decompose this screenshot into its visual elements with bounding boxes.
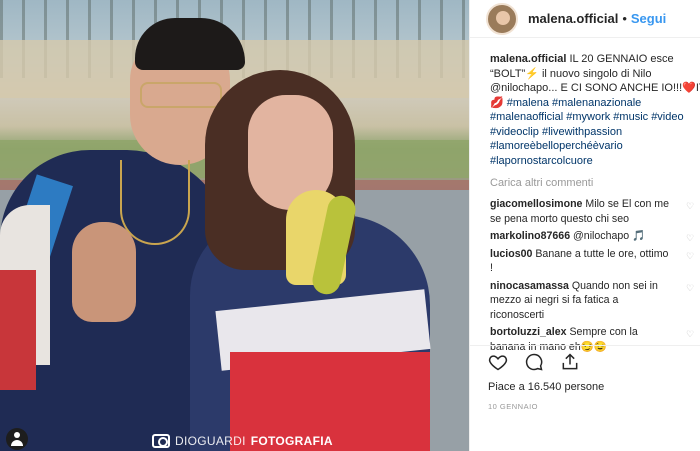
post-photo[interactable]: DIOGUARDI FOTOGRAFIA [0,0,469,451]
author-username[interactable]: malena.official [528,11,618,26]
comment-item: ninocasamassa Quando non sei in mezzo ai… [490,279,694,323]
watermark-brand: DIOGUARDI [175,434,246,448]
heart-icon[interactable]: ♡ [686,330,694,339]
comment-username[interactable]: bortoluzzi_alex [490,326,567,338]
tracksuit-red-stripe [0,270,36,390]
comment-item: giacomellosimone Milo se El con me se pe… [490,197,694,226]
man-chain [120,160,190,245]
caption-line: malena.official IL 20 GENNAIO esce [490,53,674,65]
comment-icon[interactable] [524,352,544,377]
comment-username[interactable]: ninocasamassa [490,280,569,292]
separator-dot: • [622,11,627,26]
caption-line: “BOLT”⚡ il nuovo singolo di Nilo [490,67,652,80]
comment-username[interactable]: lucios00 [490,248,532,260]
caption-hashtags[interactable]: #videoclip #livewithpassion [490,125,682,140]
peace-sign-hand [72,222,136,322]
heart-icon[interactable]: ♡ [686,234,694,243]
post-actions [488,352,580,377]
camera-icon [152,434,170,448]
post-header: malena.official • Segui [470,0,700,38]
comment-username[interactable]: markolino87666 [490,230,570,242]
post-content: malena.official IL 20 GENNAIO esce “BOLT… [470,38,700,354]
heart-icon[interactable]: ♡ [686,283,694,292]
share-icon[interactable] [560,352,580,377]
comment-item: lucios00 Banane a tutte le ore, ottimo !… [490,247,694,276]
heart-icon[interactable]: ♡ [686,202,694,211]
caption-hashtags[interactable]: #lamoreèbelloperchéèvario [490,139,682,154]
post-caption: malena.official IL 20 GENNAIO esce “BOLT… [490,52,700,169]
comment-username[interactable]: giacomellosimone [490,198,582,210]
comment-item: markolino87666 @nilochapo 🎵 ♡ [490,229,694,244]
user-tag-icon[interactable] [6,428,28,450]
comment-text: @nilochapo 🎵 [573,230,646,242]
comment-item: bortoluzzi_alex Sempre con la banana in … [490,325,694,354]
man-glasses [140,82,222,108]
actions-divider [469,345,700,346]
watermark-suffix: FOTOGRAFIA [250,434,333,448]
comment-list: giacomellosimone Milo se El con me se pe… [490,197,694,354]
heart-icon[interactable]: ♡ [686,251,694,260]
photographer-watermark: DIOGUARDI FOTOGRAFIA [152,432,333,450]
post-date[interactable]: 10 GENNAIO [488,402,538,411]
load-more-comments[interactable]: Carica altri commenti [490,177,682,189]
caption-hashtags[interactable]: 💋 #malena #malenanazionale [490,96,682,111]
caption-line: @nilochapo... E CI SONO ANCHE IO!!!❤️IT [490,82,700,94]
avatar[interactable] [486,2,518,35]
heart-icon[interactable] [488,352,508,377]
follow-button[interactable]: Segui [631,11,666,26]
caption-hashtags[interactable]: #malenaofficial #mywork #music #video [490,110,684,125]
caption-hashtags[interactable]: #lapornostarcolcuore [490,154,682,169]
like-count[interactable]: Piace a 16.540 persone [488,381,604,393]
caption-author[interactable]: malena.official [490,53,566,65]
